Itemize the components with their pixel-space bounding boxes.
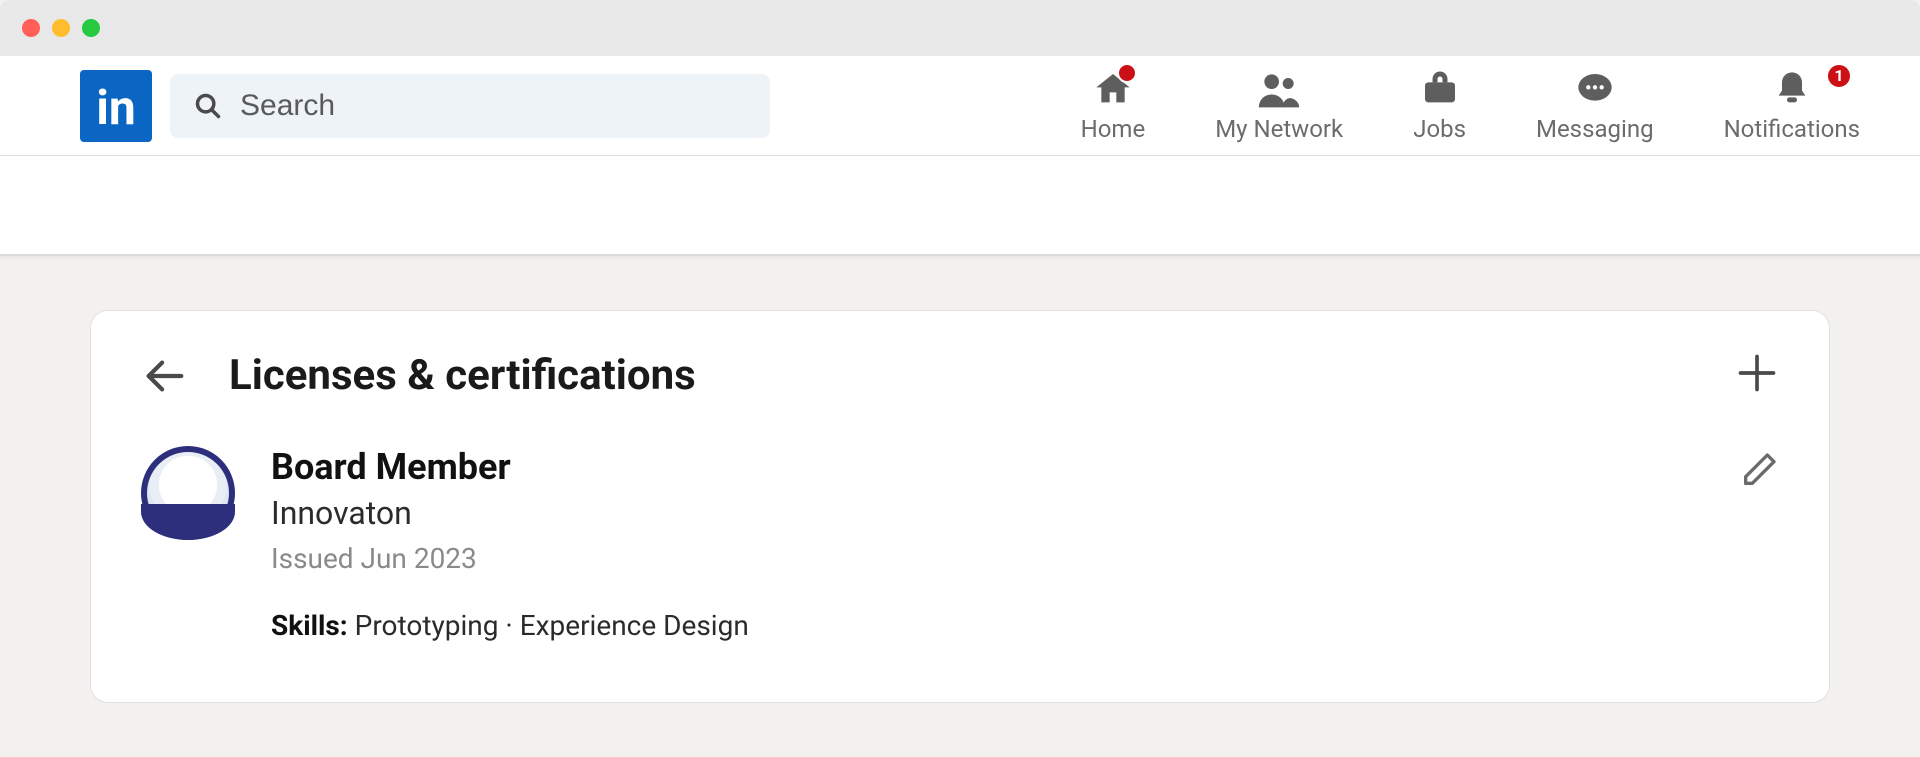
certification-issued: Issued Jun 2023: [271, 542, 749, 575]
nav-notifications-badge: 1: [1826, 63, 1852, 89]
window-titlebar: [0, 0, 1920, 56]
nav-label: Notifications: [1724, 115, 1860, 143]
sub-top-band: [0, 156, 1920, 256]
briefcase-icon: [1420, 69, 1460, 109]
edit-button[interactable]: [1739, 450, 1779, 490]
nav-notifications[interactable]: Notifications 1: [1724, 69, 1860, 143]
search-icon: [194, 92, 222, 120]
certification-title: Board Member: [271, 446, 749, 488]
certification-item: Board Member Innovaton Issued Jun 2023 S…: [141, 446, 1779, 642]
licenses-card: Licenses & certifications Board Member I…: [90, 310, 1830, 703]
people-icon: [1257, 69, 1301, 109]
global-nav: in Home My Network: [0, 56, 1920, 156]
traffic-light-zoom[interactable]: [82, 19, 100, 37]
traffic-light-close[interactable]: [22, 19, 40, 37]
content: Licenses & certifications Board Member I…: [0, 256, 1920, 757]
nav-label: Home: [1081, 115, 1146, 143]
traffic-light-minimize[interactable]: [52, 19, 70, 37]
add-button[interactable]: [1735, 351, 1779, 395]
nav-home[interactable]: Home: [1081, 69, 1146, 143]
nav-label: Jobs: [1413, 115, 1466, 143]
certification-body: Board Member Innovaton Issued Jun 2023 S…: [271, 446, 749, 642]
nav-label: My Network: [1215, 115, 1343, 143]
skills-value: Prototyping · Experience Design: [355, 609, 749, 642]
section-title: Licenses & certifications: [229, 351, 696, 400]
nav-items: Home My Network Jobs: [1081, 69, 1860, 143]
bell-icon: [1772, 69, 1812, 109]
nav-home-badge: [1117, 63, 1137, 83]
certification-skills: Skills: Prototyping · Experience Design: [271, 609, 749, 642]
back-button[interactable]: [141, 353, 187, 399]
nav-jobs[interactable]: Jobs: [1413, 69, 1466, 143]
nav-network[interactable]: My Network: [1215, 69, 1343, 143]
search-box[interactable]: [170, 74, 770, 138]
certification-badge-icon: [141, 446, 235, 540]
nav-messaging[interactable]: Messaging: [1536, 69, 1654, 143]
card-header: Licenses & certifications: [141, 351, 1779, 400]
certification-org: Innovaton: [271, 494, 749, 532]
linkedin-logo[interactable]: in: [80, 70, 152, 142]
nav-label: Messaging: [1536, 115, 1654, 143]
message-icon: [1574, 69, 1616, 109]
skills-label: Skills:: [271, 609, 348, 642]
search-input[interactable]: [240, 89, 746, 123]
